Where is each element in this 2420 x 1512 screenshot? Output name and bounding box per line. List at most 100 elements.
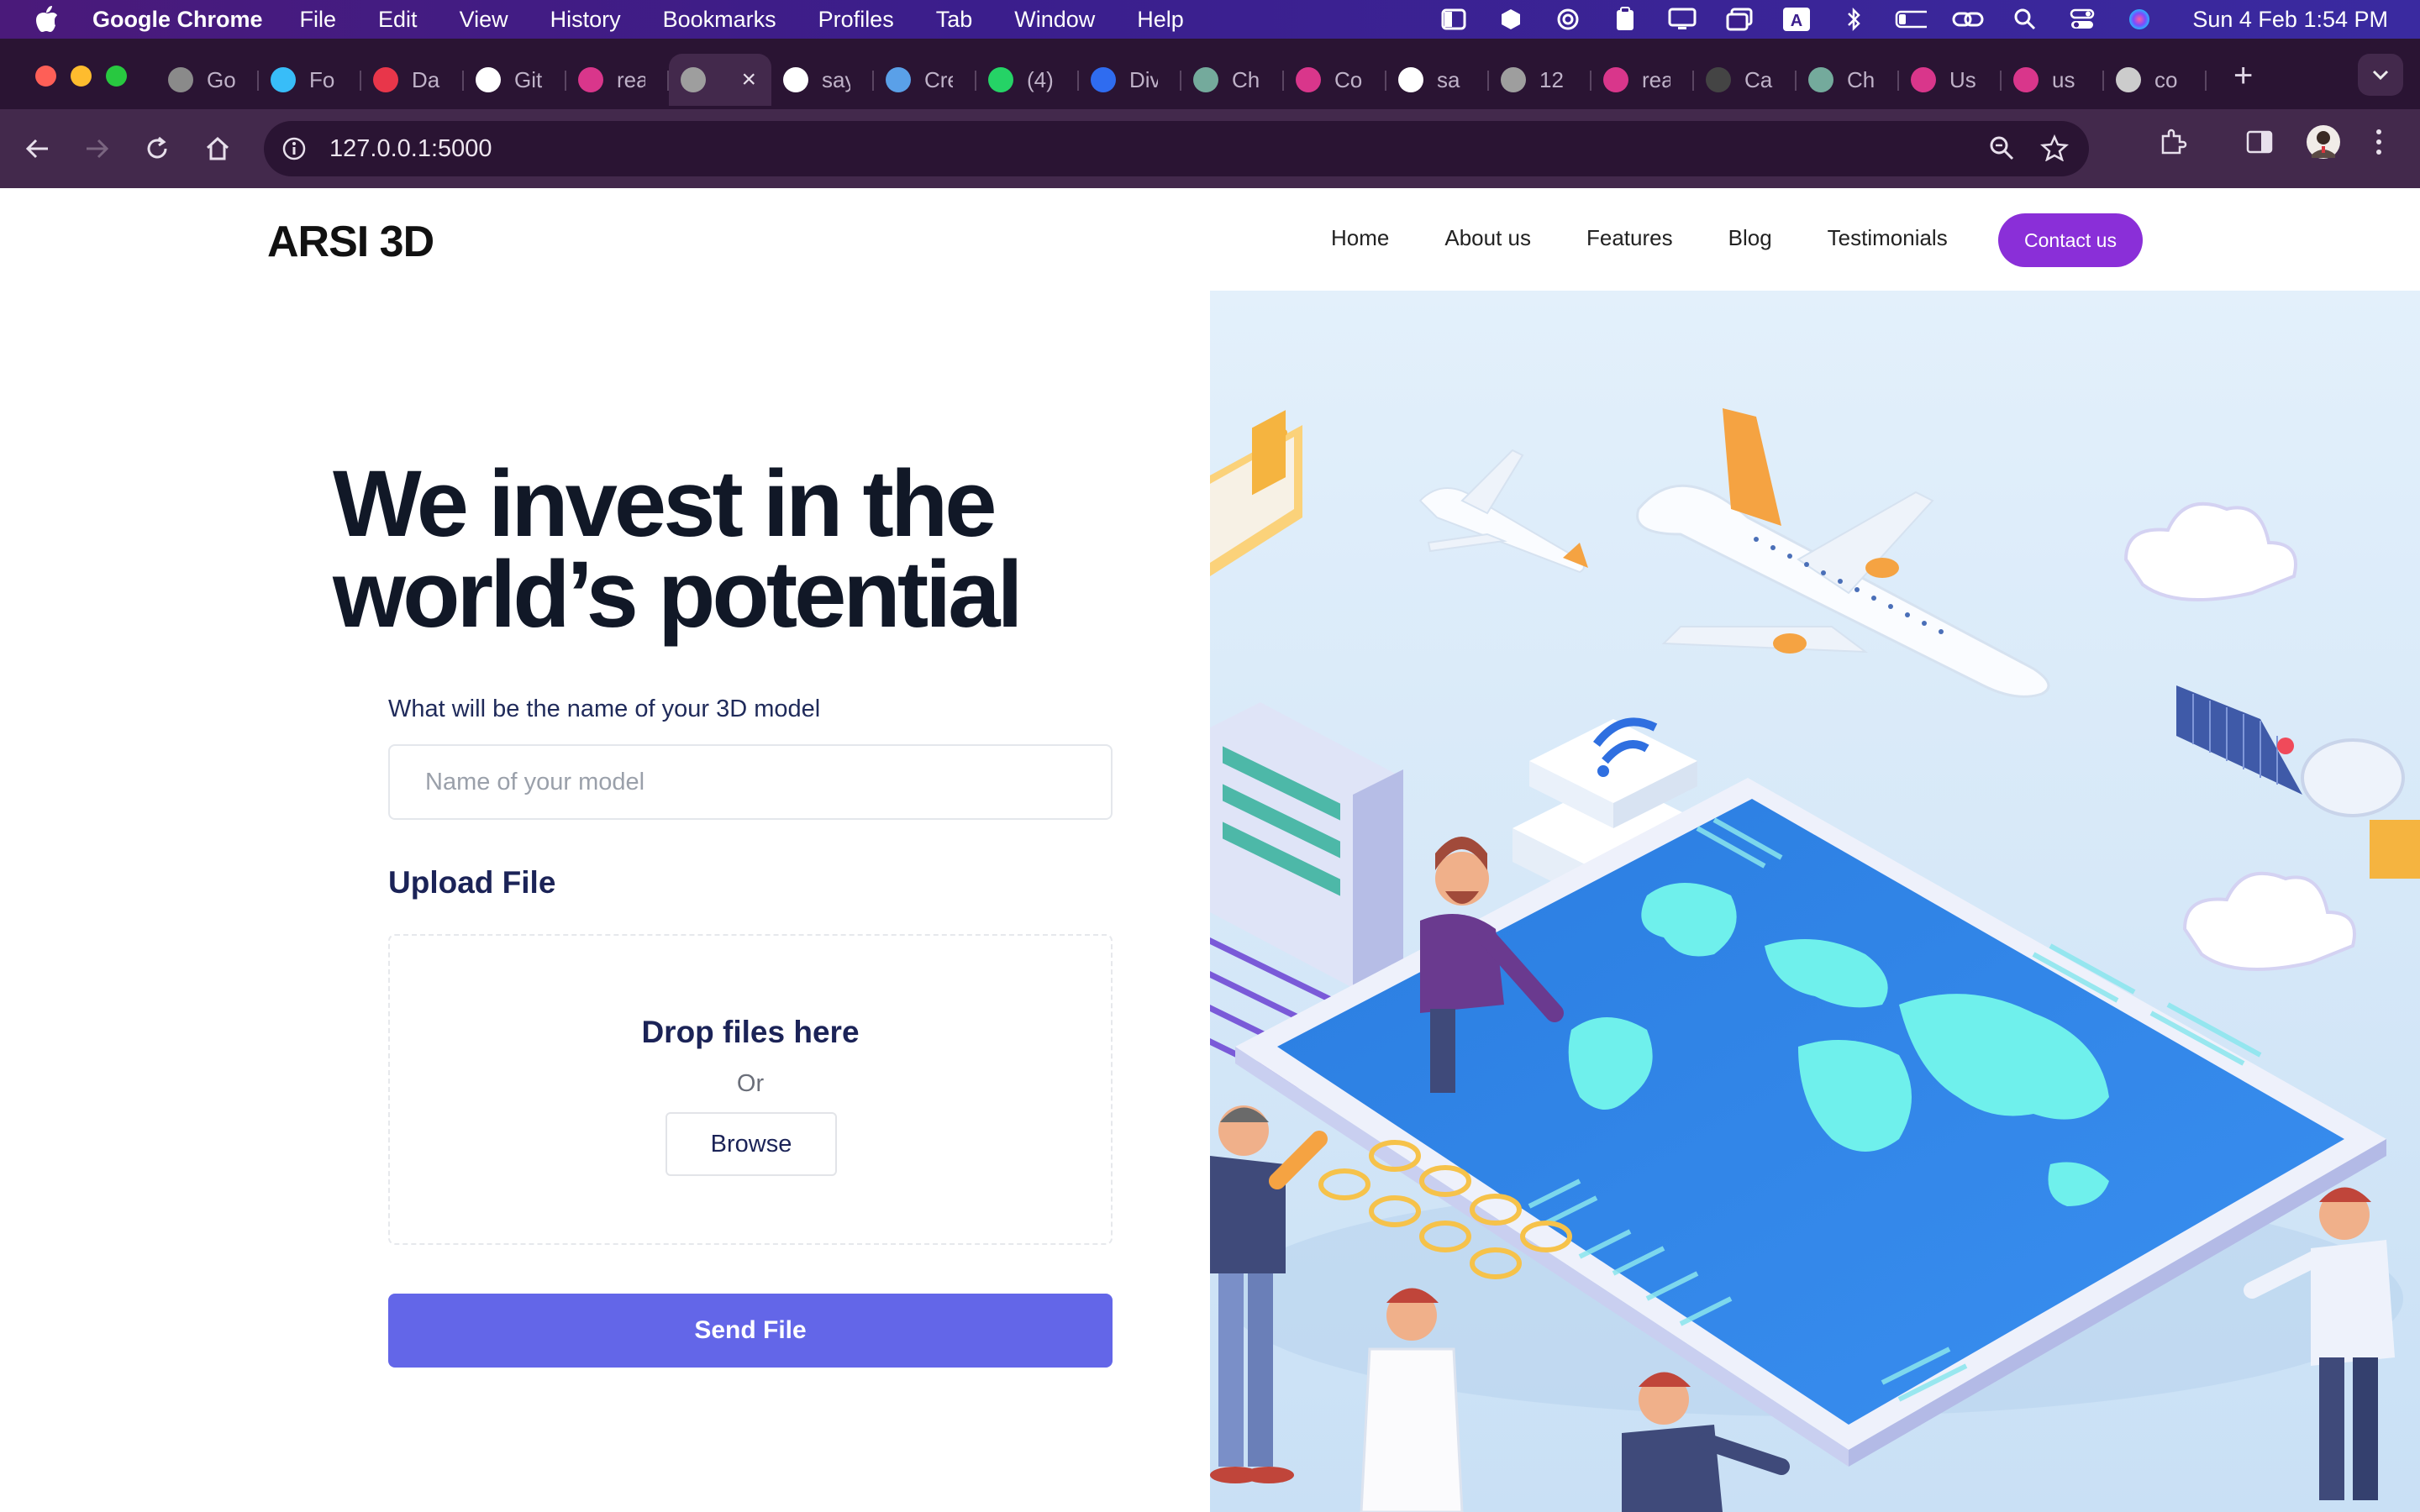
browser-toolbar: 127.0.0.1:5000 <box>0 109 2420 188</box>
display-icon[interactable] <box>1666 7 1698 32</box>
nav-testimonials[interactable]: Testimonials <box>1828 225 1948 251</box>
tab-title: say <box>822 66 850 92</box>
link-icon[interactable] <box>1952 7 1984 32</box>
site-logo[interactable]: ARSI 3D <box>267 217 434 267</box>
chrome-menu-button[interactable] <box>2375 128 2383 156</box>
menu-edit[interactable]: Edit <box>378 7 418 33</box>
home-button[interactable] <box>200 131 235 166</box>
browser-tab[interactable]: (4) <box>976 54 1079 106</box>
browser-tab[interactable]: sa <box>1386 54 1489 106</box>
close-window-button[interactable] <box>35 66 56 87</box>
send-file-button[interactable]: Send File <box>388 1294 1113 1368</box>
menu-app-name[interactable]: Google Chrome <box>92 7 263 33</box>
profile-avatar[interactable] <box>2306 124 2341 160</box>
menu-help[interactable]: Help <box>1137 7 1184 33</box>
nav-home[interactable]: Home <box>1331 225 1389 251</box>
model-name-input[interactable] <box>388 744 1113 820</box>
webflow-icon <box>1296 67 1321 92</box>
browser-tab[interactable]: Git <box>464 54 566 106</box>
menu-profiles[interactable]: Profiles <box>818 7 894 33</box>
file-dropzone[interactable]: Drop files here Or Browse <box>388 934 1113 1245</box>
sidebar-toggle-icon[interactable] <box>1438 7 1470 32</box>
menu-bookmarks[interactable]: Bookmarks <box>663 7 776 33</box>
clipboard-icon[interactable] <box>1609 7 1641 32</box>
apple-icon[interactable] <box>32 4 62 34</box>
hero-title: We invest in the world’s potential <box>333 457 1089 642</box>
browser-tab[interactable]: × <box>669 54 771 106</box>
browser-tab[interactable]: say <box>771 54 874 106</box>
arrow-left-icon <box>25 139 48 159</box>
side-panel-button[interactable] <box>2245 128 2274 156</box>
menu-history[interactable]: History <box>550 7 621 33</box>
nav-blog[interactable]: Blog <box>1728 225 1772 251</box>
webflow-icon <box>2013 67 2039 92</box>
browser-tab[interactable]: Div <box>1079 54 1181 106</box>
tab-title: Co <box>1334 66 1363 92</box>
sync-icon[interactable] <box>1552 7 1584 32</box>
bluetooth-icon[interactable] <box>1838 7 1870 32</box>
url-text[interactable]: 127.0.0.1:5000 <box>329 135 492 163</box>
tab-title: Div <box>1129 66 1158 92</box>
puzzle-icon <box>2161 129 2187 155</box>
siri-icon[interactable] <box>2123 7 2155 32</box>
window-icon[interactable] <box>1723 7 1755 32</box>
tab-title: Us <box>1949 66 1976 92</box>
zoom-icon[interactable] <box>1988 134 2015 165</box>
browser-tab[interactable]: Ca <box>1694 54 1797 106</box>
forward-button[interactable] <box>79 131 114 166</box>
menubar-clock[interactable]: Sun 4 Feb 1:54 PM <box>2192 7 2388 33</box>
drop-files-text: Drop files here <box>641 1015 860 1049</box>
search-icon[interactable] <box>2009 7 2041 32</box>
browser-tab[interactable]: Us <box>1899 54 2002 106</box>
extensions-button[interactable] <box>2158 128 2188 158</box>
browser-tab[interactable]: rea <box>566 54 669 106</box>
maximize-window-button[interactable] <box>106 66 127 87</box>
or-text: Or <box>736 1070 765 1097</box>
contact-button[interactable]: Contact us <box>1998 213 2143 267</box>
minimize-window-button[interactable] <box>71 66 92 87</box>
nav-features[interactable]: Features <box>1586 225 1673 251</box>
browser-tab[interactable]: Fo <box>259 54 361 106</box>
reload-button[interactable] <box>139 131 175 166</box>
nav-about[interactable]: About us <box>1444 225 1531 251</box>
box-icon[interactable] <box>1495 7 1527 32</box>
menu-view[interactable]: View <box>460 7 508 33</box>
tab-list: Go Fo Da Git rea × say Cre (4) Div Ch Co sa 12 rea Ca Ch… <box>156 50 2207 109</box>
browser-tab[interactable]: Ch <box>1181 54 1284 106</box>
browser-tab[interactable]: rea <box>1591 54 1694 106</box>
tab-title: us <box>2052 66 2075 92</box>
site-info-icon[interactable] <box>277 132 311 165</box>
tab-title: rea <box>617 66 645 92</box>
upload-title: Upload File <box>388 865 556 900</box>
tab-title: sa <box>1437 66 1460 92</box>
browser-tab[interactable]: Co <box>1284 54 1386 106</box>
browser-tab[interactable]: 12 <box>1489 54 1591 106</box>
browser-tab[interactable]: Da <box>361 54 464 106</box>
browser-tab[interactable]: Ch <box>1797 54 1899 106</box>
address-bar[interactable]: 127.0.0.1:5000 <box>264 121 2089 176</box>
hero-line-2: world’s potential <box>333 542 1023 647</box>
tab-title: Cre <box>924 66 953 92</box>
tab-search-button[interactable] <box>2358 54 2403 96</box>
browser-tab[interactable]: Go <box>156 54 259 106</box>
back-button[interactable] <box>20 131 55 166</box>
browser-tab[interactable]: Cre <box>874 54 976 106</box>
menu-file[interactable]: File <box>300 7 337 33</box>
battery-icon[interactable] <box>1895 7 1928 32</box>
browser-tab[interactable]: co <box>2104 54 2207 106</box>
keyboard-input-icon[interactable]: A <box>1781 7 1812 32</box>
new-tab-button[interactable]: + <box>2233 57 2253 95</box>
bookmark-star-icon[interactable] <box>2040 134 2069 165</box>
webflow-icon <box>1603 67 1628 92</box>
menu-tab[interactable]: Tab <box>936 7 973 33</box>
browse-button[interactable]: Browse <box>666 1112 837 1176</box>
openai-icon <box>1808 67 1833 92</box>
tab-title: Ca <box>1744 66 1773 92</box>
web-page: ARSI 3D Home About us Features Blog Test… <box>0 188 2420 1512</box>
menu-window[interactable]: Window <box>1014 7 1095 33</box>
browser-tab[interactable]: us <box>2002 54 2104 106</box>
close-tab-icon[interactable]: × <box>741 66 756 94</box>
tab-title: Ch <box>1847 66 1876 92</box>
dashboard-icon <box>373 67 398 92</box>
control-center-icon[interactable] <box>2066 7 2098 32</box>
